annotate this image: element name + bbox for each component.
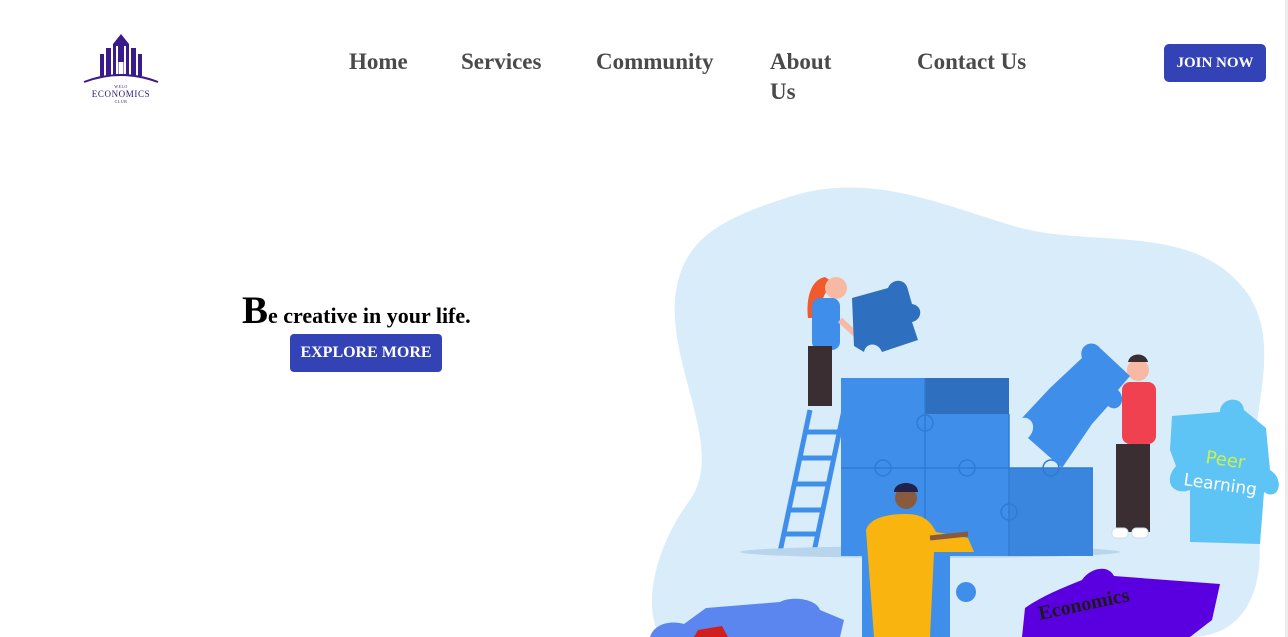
nav-link-home[interactable]: Home — [349, 47, 408, 77]
building-logo-icon — [83, 34, 159, 83]
puzzle-team-illustration: Peer Learning Economics — [650, 187, 1279, 637]
hero-title-rest: e creative in your life. — [268, 303, 471, 328]
logo-bottom-text: CLUB — [114, 99, 128, 104]
join-now-button[interactable]: JOIN NOW — [1164, 44, 1266, 82]
logo-main-text: ECONOMICS — [91, 89, 151, 99]
hero-title: Be creative in your life. — [242, 288, 471, 333]
nav-link-services[interactable]: Services — [461, 47, 541, 77]
hero-title-first-letter: B — [242, 289, 269, 332]
nav-link-community[interactable]: Community — [596, 47, 714, 77]
nav-link-contact-us[interactable]: Contact Us — [917, 47, 1026, 77]
nav-link-about-us[interactable]: About Us — [770, 47, 831, 107]
explore-more-button[interactable]: EXPLORE MORE — [290, 334, 442, 372]
site-logo[interactable]: WELO ECONOMICS CLUB — [78, 30, 164, 104]
